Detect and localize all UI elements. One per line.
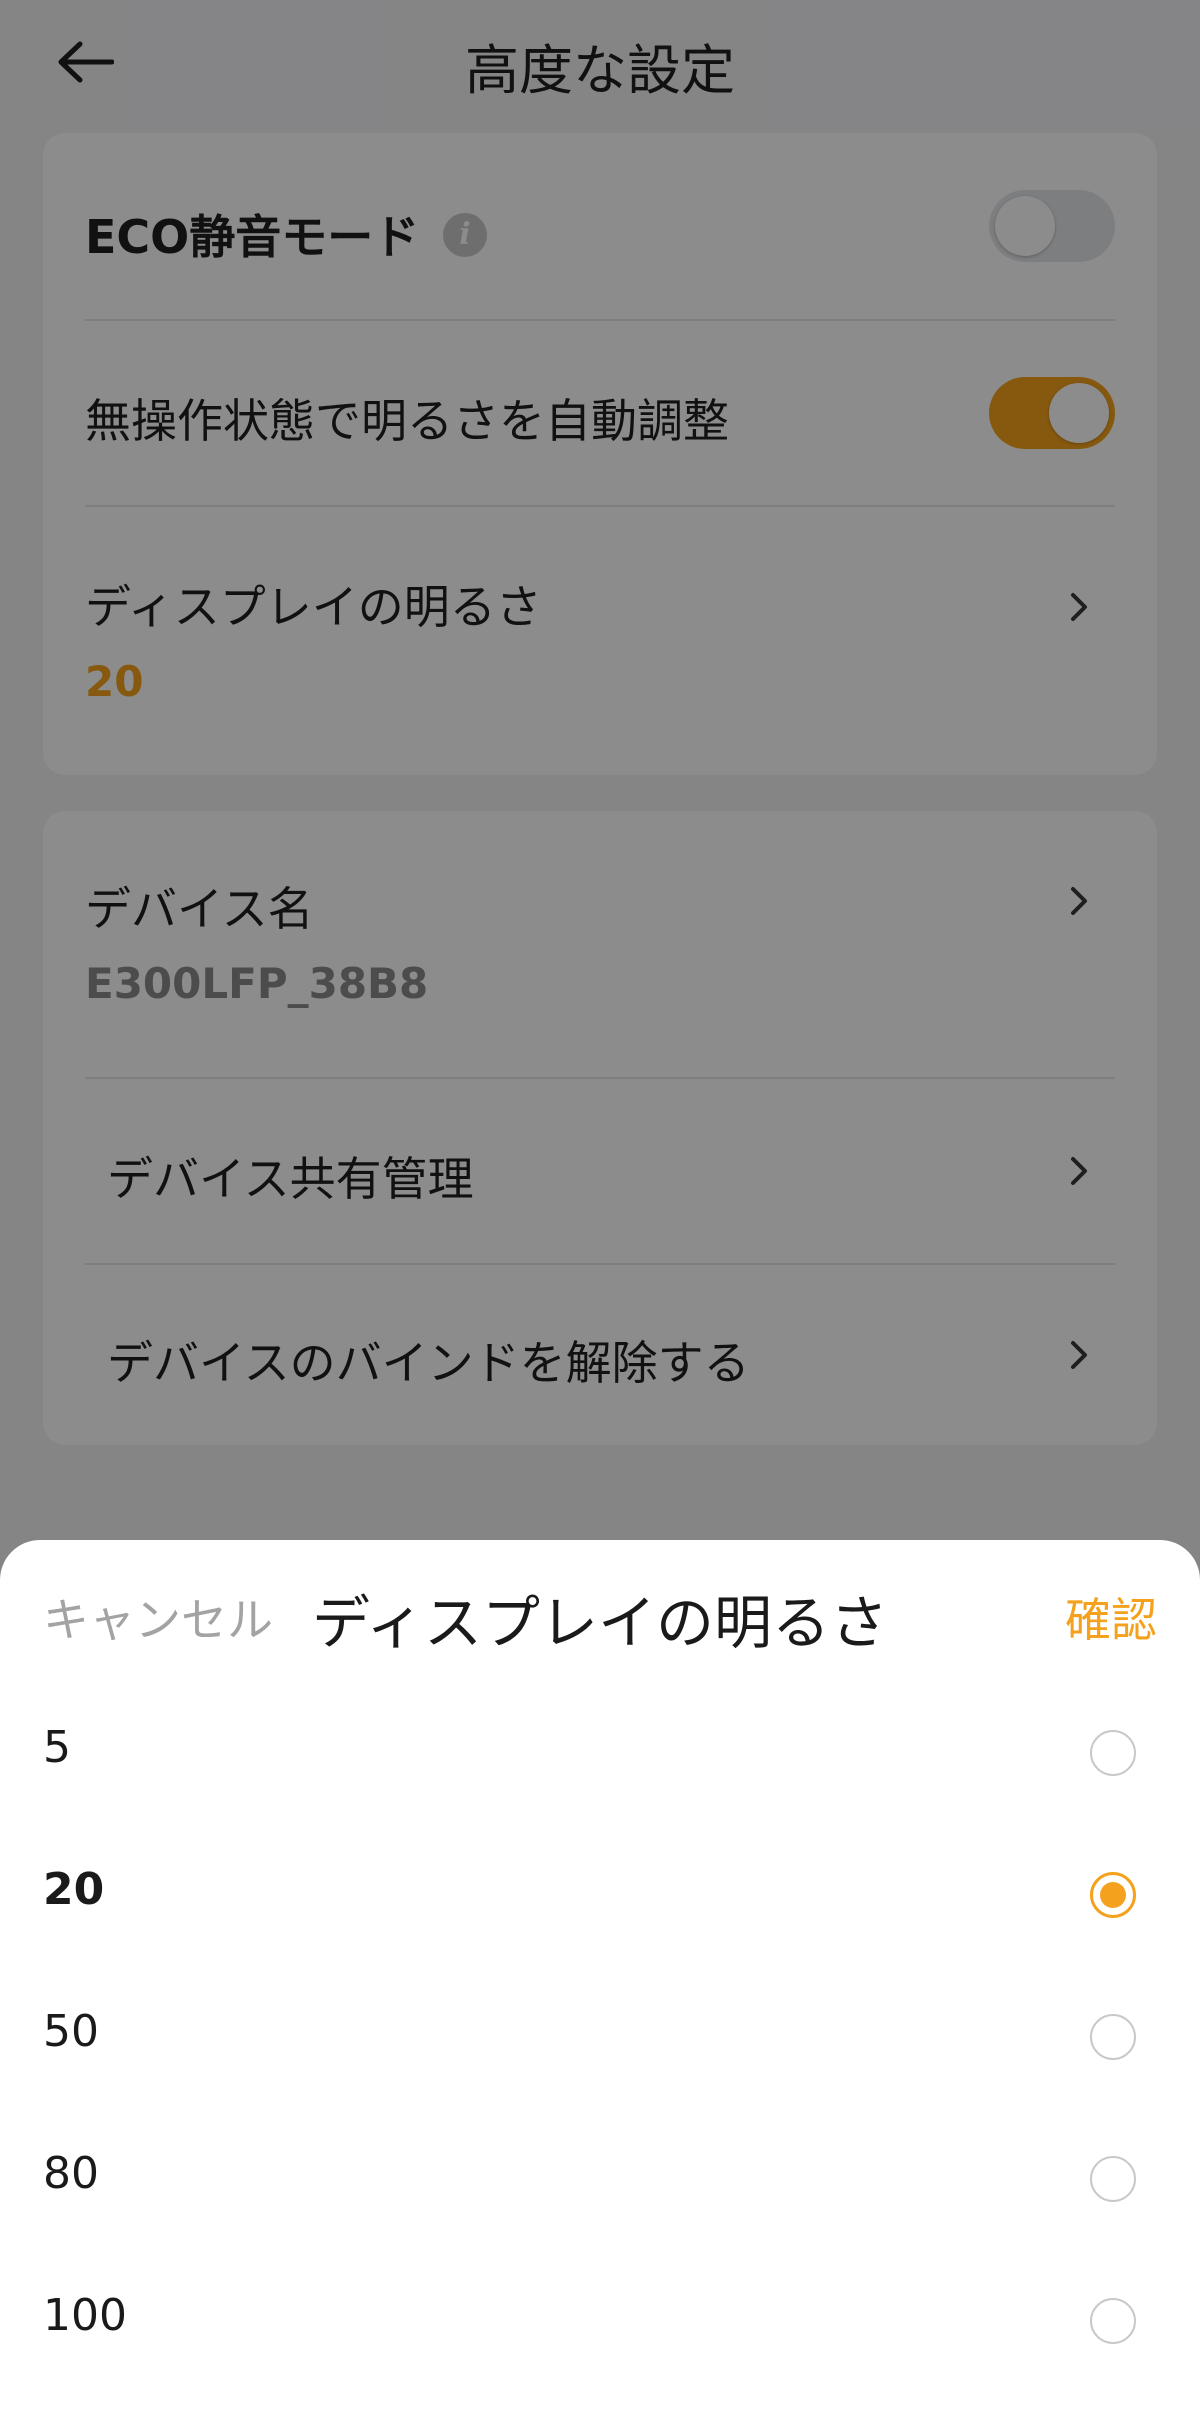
option-label: 80 (43, 2148, 99, 2199)
radio-button[interactable] (1090, 2298, 1136, 2344)
option-label: 100 (43, 2290, 127, 2341)
advanced-settings-screen: 高度な設定 ECO静音モード i 無操作状態で明るさを自動調整 ディスプレイの明… (0, 0, 1200, 2413)
brightness-option-80[interactable]: 80 (0, 2108, 1200, 2250)
brightness-option-100[interactable]: 100 (0, 2250, 1200, 2392)
option-label: 50 (43, 2006, 99, 2057)
brightness-bottom-sheet: キャンセル ディスプレイの明るさ 確認 5 20 50 80 100 (0, 1540, 1200, 2413)
option-label: 5 (43, 1722, 71, 1773)
radio-button[interactable] (1090, 1730, 1136, 1776)
brightness-option-5[interactable]: 5 (0, 1682, 1200, 1824)
radio-button[interactable] (1090, 2014, 1136, 2060)
radio-button-checked[interactable] (1090, 1872, 1136, 1918)
confirm-button[interactable]: 確認 (1065, 1584, 1157, 1650)
brightness-option-20[interactable]: 20 (0, 1824, 1200, 1966)
cancel-button[interactable]: キャンセル (43, 1584, 273, 1650)
option-label: 20 (43, 1864, 105, 1915)
brightness-option-50[interactable]: 50 (0, 1966, 1200, 2108)
radio-button[interactable] (1090, 2156, 1136, 2202)
